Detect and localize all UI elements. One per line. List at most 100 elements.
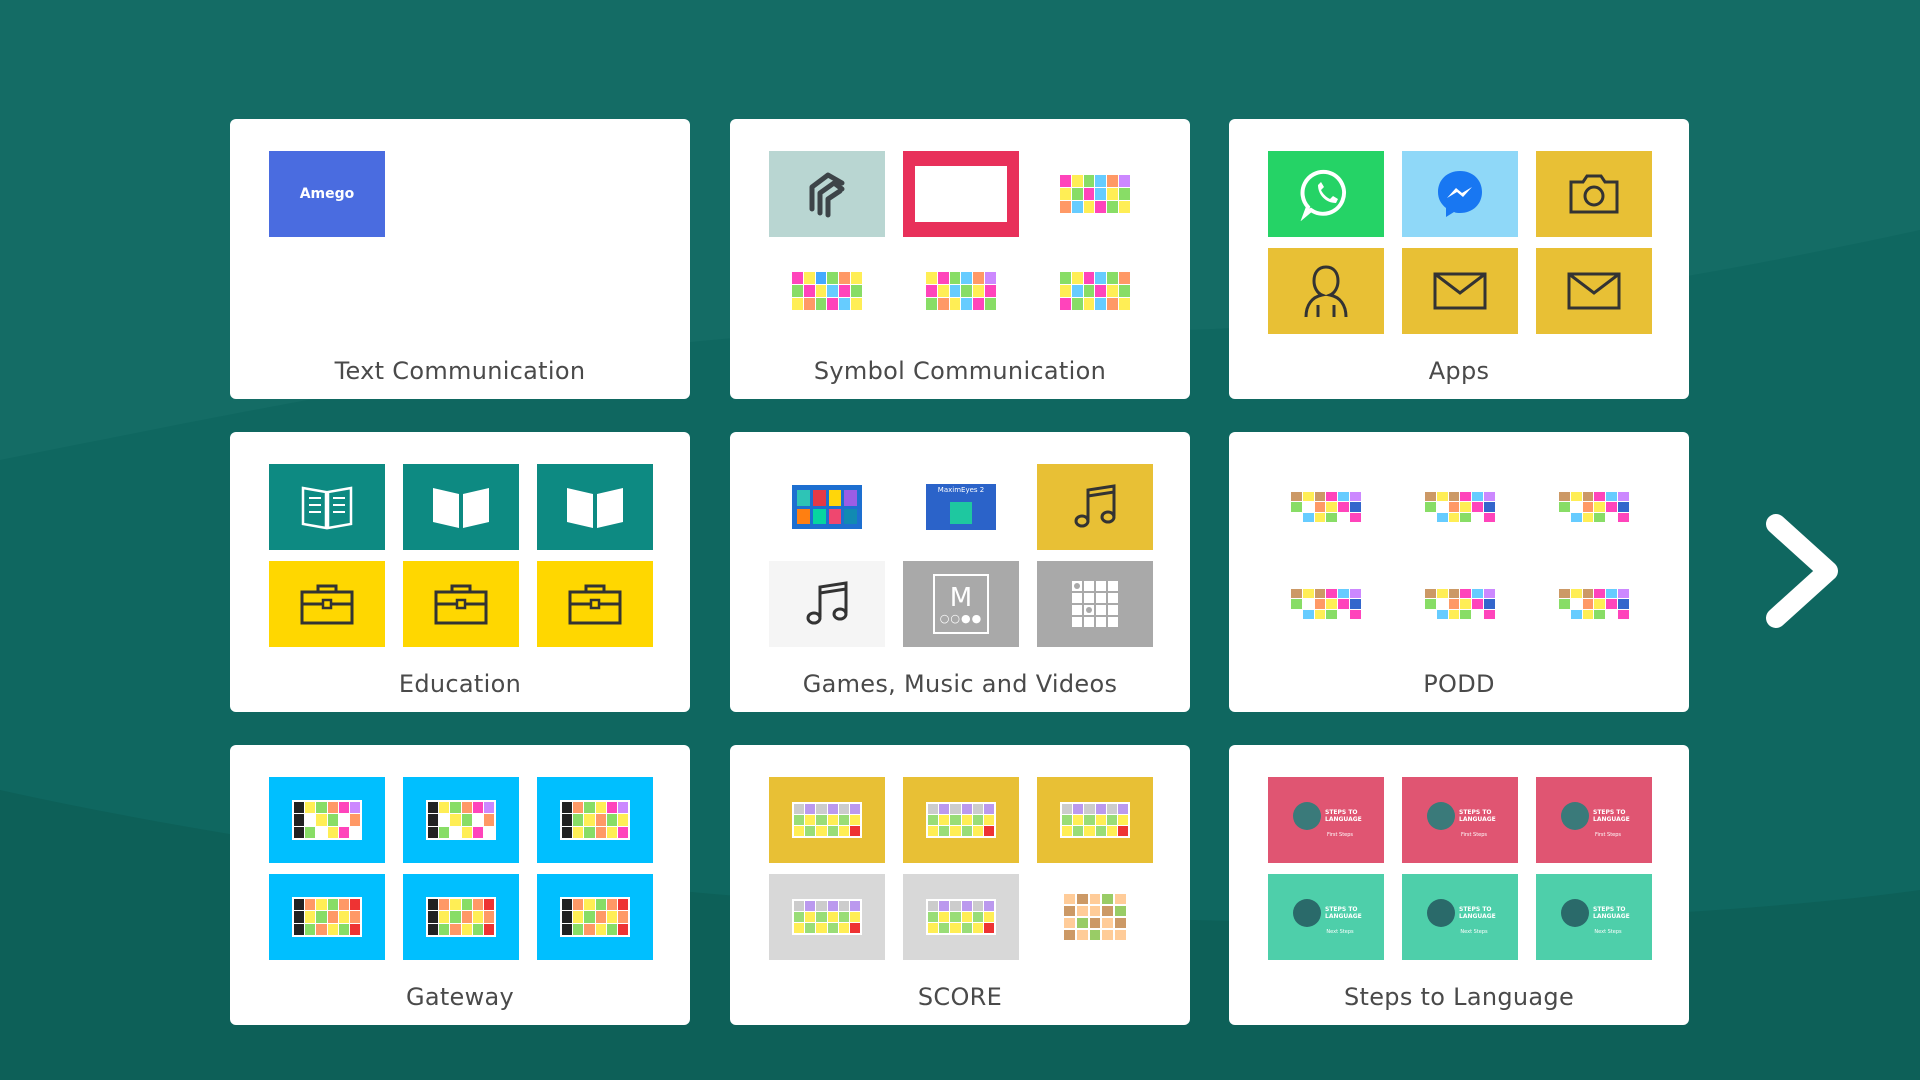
score-board-tile-grey[interactable] bbox=[903, 874, 1019, 960]
board-thumbnail bbox=[292, 800, 362, 840]
book-tile[interactable] bbox=[537, 464, 653, 550]
amego-logo-tile[interactable]: Amego bbox=[269, 151, 385, 237]
steps-caption: First Steps bbox=[1460, 832, 1488, 838]
gateway-board-tile[interactable] bbox=[403, 874, 519, 960]
podd-board-tile[interactable] bbox=[1402, 561, 1518, 647]
board-thumbnail bbox=[792, 272, 862, 310]
m-game-icon: M ○○●● bbox=[933, 574, 989, 634]
maximeyes-square bbox=[950, 502, 972, 524]
whatsapp-icon bbox=[1300, 169, 1347, 221]
steps-logo-text: STEPS TO LANGUAGE bbox=[1593, 809, 1630, 823]
game-tile[interactable] bbox=[769, 464, 885, 550]
maximeyes-thumbnail: MaximEyes 2 bbox=[926, 484, 996, 530]
music-tile-white[interactable] bbox=[769, 561, 885, 647]
podd-board-tile[interactable] bbox=[1536, 561, 1652, 647]
category-card-steps-to-language[interactable]: STEPS TO LANGUAGE First Steps STEPS TO L… bbox=[1229, 745, 1689, 1025]
layers-logo-tile[interactable] bbox=[769, 151, 885, 237]
steps-logo-text: STEPS TO LANGUAGE bbox=[1593, 906, 1630, 920]
open-book-tile[interactable] bbox=[269, 464, 385, 550]
steps-first-tile[interactable]: STEPS TO LANGUAGE First Steps bbox=[1402, 777, 1518, 863]
score-board-tile[interactable] bbox=[903, 777, 1019, 863]
briefcase-tile[interactable] bbox=[269, 561, 385, 647]
board-thumbnail bbox=[1064, 894, 1126, 940]
symbol-board-tile[interactable] bbox=[903, 248, 1019, 334]
gateway-board-tile[interactable] bbox=[537, 777, 653, 863]
mail-tile[interactable] bbox=[1402, 248, 1518, 334]
score-board-tile[interactable] bbox=[1037, 777, 1153, 863]
steps-next-tile[interactable]: STEPS TO LANGUAGE Next Steps bbox=[1402, 874, 1518, 960]
podd-board-tile[interactable] bbox=[1402, 464, 1518, 550]
maximeyes-tile[interactable]: MaximEyes 2 bbox=[903, 464, 1019, 550]
music-tile-yellow[interactable] bbox=[1037, 464, 1153, 550]
podd-board-tile[interactable] bbox=[1268, 464, 1384, 550]
board-thumbnail bbox=[1559, 589, 1629, 619]
m-letter: M bbox=[949, 582, 973, 613]
steps-first-tile[interactable]: STEPS TO LANGUAGE First Steps bbox=[1268, 777, 1384, 863]
briefcase-tile[interactable] bbox=[403, 561, 519, 647]
category-label: SCORE bbox=[917, 983, 1003, 1011]
camera-tile[interactable] bbox=[1536, 151, 1652, 237]
book-tile[interactable] bbox=[403, 464, 519, 550]
briefcase-icon bbox=[568, 584, 622, 625]
gateway-board-tile[interactable] bbox=[537, 874, 653, 960]
category-card-symbol-communication[interactable]: Symbol Communication bbox=[730, 119, 1190, 399]
briefcase-icon bbox=[434, 584, 488, 625]
score-symbols-tile[interactable] bbox=[1037, 874, 1153, 960]
board-thumbnail bbox=[926, 899, 996, 935]
steps-caption: First Steps bbox=[1594, 832, 1622, 838]
amego-logo-text: Amego bbox=[299, 186, 355, 202]
steps-logo-icon bbox=[1561, 802, 1589, 830]
next-page-button[interactable] bbox=[1762, 510, 1844, 632]
book-icon bbox=[567, 488, 623, 528]
symbol-board-tile-red[interactable] bbox=[903, 151, 1019, 237]
camera-icon bbox=[1569, 174, 1619, 214]
person-tile[interactable] bbox=[1268, 248, 1384, 334]
board-thumbnail bbox=[792, 899, 862, 935]
category-card-apps[interactable]: Apps bbox=[1229, 119, 1689, 399]
category-card-games-music-videos[interactable]: MaximEyes 2 M ○○●● Games, Music and Vide… bbox=[730, 432, 1190, 712]
category-label: Education bbox=[398, 670, 522, 698]
board-thumbnail bbox=[1060, 272, 1130, 310]
gateway-board-tile[interactable] bbox=[269, 777, 385, 863]
symbol-board-tile[interactable] bbox=[1037, 248, 1153, 334]
podd-board-tile[interactable] bbox=[1268, 561, 1384, 647]
mail-icon bbox=[1433, 272, 1487, 310]
m-dots: ○○●● bbox=[939, 611, 983, 625]
messenger-tile[interactable] bbox=[1402, 151, 1518, 237]
category-label: Apps bbox=[1428, 357, 1490, 385]
gateway-board-tile[interactable] bbox=[269, 874, 385, 960]
score-board-tile-grey[interactable] bbox=[769, 874, 885, 960]
briefcase-tile[interactable] bbox=[537, 561, 653, 647]
steps-logo-text: STEPS TO LANGUAGE bbox=[1459, 809, 1496, 823]
person-icon bbox=[1304, 265, 1348, 318]
steps-next-tile[interactable]: STEPS TO LANGUAGE Next Steps bbox=[1536, 874, 1652, 960]
score-board-tile[interactable] bbox=[769, 777, 885, 863]
game-thumbnail bbox=[792, 485, 862, 529]
symbol-board-tile[interactable] bbox=[769, 248, 885, 334]
gateway-board-tile[interactable] bbox=[403, 777, 519, 863]
category-label: Games, Music and Videos bbox=[802, 670, 1118, 698]
steps-next-tile[interactable]: STEPS TO LANGUAGE Next Steps bbox=[1268, 874, 1384, 960]
steps-first-tile[interactable]: STEPS TO LANGUAGE First Steps bbox=[1536, 777, 1652, 863]
steps-logo-text: STEPS TO LANGUAGE bbox=[1459, 906, 1496, 920]
symbol-board-tile[interactable] bbox=[1037, 151, 1153, 237]
messenger-icon bbox=[1438, 171, 1482, 217]
steps-logo-icon bbox=[1427, 899, 1455, 927]
maximeyes-label: MaximEyes 2 bbox=[937, 486, 985, 494]
board-thumbnail bbox=[915, 166, 1007, 222]
category-card-text-communication[interactable]: Amego Text Communication bbox=[230, 119, 690, 399]
podd-board-tile[interactable] bbox=[1536, 464, 1652, 550]
grid-game-tile[interactable] bbox=[1037, 561, 1153, 647]
steps-caption: Next Steps bbox=[1460, 929, 1488, 935]
category-card-score[interactable]: SCORE bbox=[730, 745, 1190, 1025]
board-thumbnail bbox=[560, 897, 630, 937]
mail-tile[interactable] bbox=[1536, 248, 1652, 334]
whatsapp-tile[interactable] bbox=[1268, 151, 1384, 237]
board-thumbnail bbox=[926, 802, 996, 838]
board-thumbnail bbox=[926, 272, 996, 310]
category-label: Text Communication bbox=[334, 357, 586, 385]
category-card-education[interactable]: Education bbox=[230, 432, 690, 712]
category-card-podd[interactable]: PODD bbox=[1229, 432, 1689, 712]
category-card-gateway[interactable]: Gateway bbox=[230, 745, 690, 1025]
memory-game-tile[interactable]: M ○○●● bbox=[903, 561, 1019, 647]
